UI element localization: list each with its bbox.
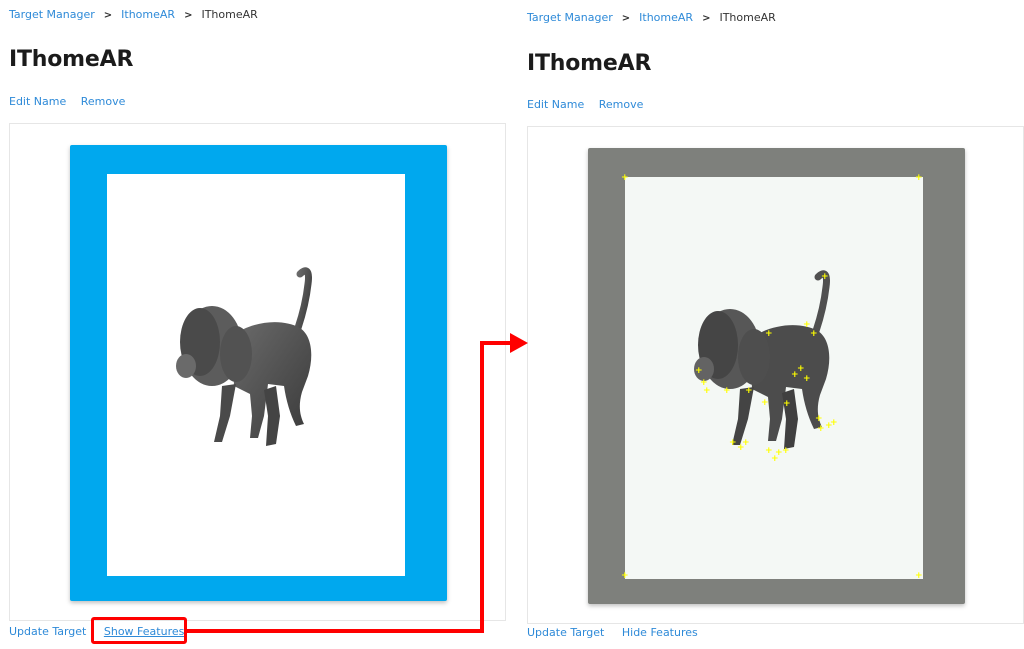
plus-marker-icon: +: [915, 571, 923, 581]
page-title: IThomeAR: [9, 47, 134, 72]
breadcrumb: Target Manager > IthomeAR > IThomeAR: [9, 8, 258, 21]
plus-marker-icon: +: [810, 329, 818, 339]
plus-marker-icon: +: [791, 370, 799, 380]
target-image-card: + + + + + + + + + + + + + + + + + + + + + + + + + + + + +: [527, 126, 1024, 624]
feature-image-content: + + + + + + + + + + + + + + + + + + + + + + + + + + + + +: [621, 173, 923, 581]
breadcrumb-database[interactable]: IthomeAR: [639, 11, 693, 24]
plus-marker-icon: +: [742, 438, 750, 448]
dog-figure: [176, 267, 312, 446]
breadcrumb-target-manager[interactable]: Target Manager: [9, 8, 95, 21]
plus-marker-icon: +: [621, 571, 629, 581]
plus-marker-icon: +: [723, 386, 731, 396]
target-image-content: [107, 174, 405, 576]
chevron-right-icon: >: [621, 13, 631, 24]
plus-marker-icon: +: [817, 424, 825, 434]
hide-features-link[interactable]: Hide Features: [622, 626, 698, 639]
chevron-right-icon: >: [702, 13, 711, 24]
chevron-right-icon: >: [103, 10, 113, 21]
target-actions: Edit Name Remove: [527, 98, 654, 111]
edit-name-link[interactable]: Edit Name: [527, 98, 584, 111]
target-actions: Edit Name Remove: [9, 95, 136, 108]
remove-link[interactable]: Remove: [599, 98, 644, 111]
plus-marker-icon: +: [729, 438, 737, 448]
target-image-card: [9, 123, 506, 621]
plus-marker-icon: +: [830, 418, 838, 428]
chevron-right-icon: >: [184, 10, 193, 21]
edit-name-link[interactable]: Edit Name: [9, 95, 66, 108]
plus-marker-icon: +: [783, 399, 791, 409]
breadcrumb-database[interactable]: IthomeAR: [121, 8, 175, 21]
breadcrumb-current: IThomeAR: [201, 8, 258, 21]
plus-marker-icon: +: [703, 386, 711, 396]
plus-marker-icon: +: [782, 446, 790, 456]
plus-marker-icon: +: [815, 414, 823, 424]
card-bottom-links: Update Target Hide Features: [527, 626, 712, 639]
plus-marker-icon: +: [803, 374, 811, 384]
page-title: IThomeAR: [527, 51, 652, 76]
update-target-link[interactable]: Update Target: [527, 626, 604, 639]
breadcrumb-target-manager[interactable]: Target Manager: [527, 11, 613, 24]
update-target-link[interactable]: Update Target: [9, 625, 86, 638]
plus-marker-icon: +: [915, 173, 923, 183]
breadcrumb: Target Manager > IthomeAR > IThomeAR: [527, 11, 776, 24]
show-features-highlight: [91, 617, 187, 644]
plus-marker-icon: +: [621, 173, 629, 183]
plus-marker-icon: +: [695, 366, 703, 376]
remove-link[interactable]: Remove: [81, 95, 126, 108]
plus-marker-icon: +: [765, 329, 773, 339]
breadcrumb-current: IThomeAR: [719, 11, 776, 24]
target-image: [70, 145, 447, 601]
plus-marker-icon: +: [761, 398, 769, 408]
plus-marker-icon: +: [745, 386, 753, 396]
feature-image: + + + + + + + + + + + + + + + + + + + + + + + + + + + + +: [588, 148, 965, 604]
plus-marker-icon: +: [821, 272, 829, 282]
